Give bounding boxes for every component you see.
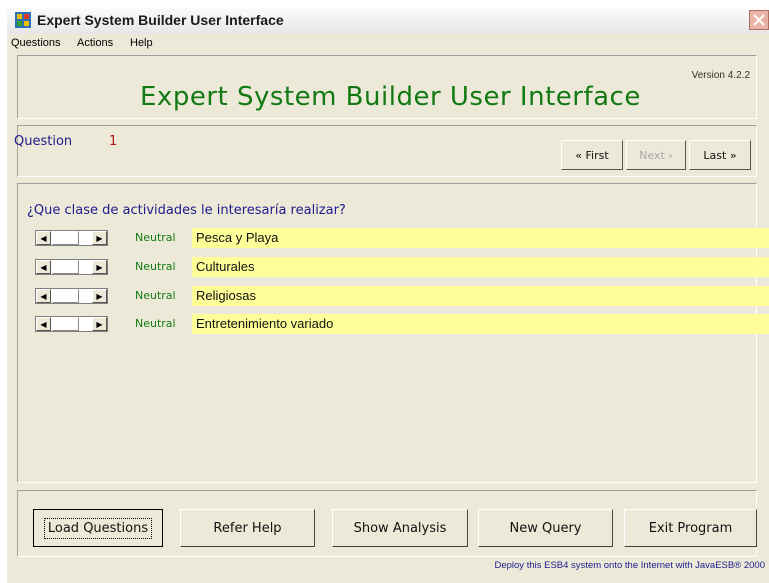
header-panel: Version 4.2.2 Expert System Builder User…: [17, 55, 757, 119]
page-title: Expert System Builder User Interface: [140, 82, 641, 112]
slider-thumb[interactable]: [52, 317, 79, 331]
next-button[interactable]: Next ›: [626, 140, 686, 170]
scroll-right-icon[interactable]: ▶: [92, 317, 107, 331]
load-questions-button[interactable]: Load Questions: [33, 509, 163, 547]
show-analysis-button[interactable]: Show Analysis: [332, 509, 468, 547]
option-slider[interactable]: ◀ ▶: [35, 316, 108, 332]
option-value: Neutral: [135, 317, 176, 330]
question-prompt: ¿Que clase de actividades le interesaría…: [27, 203, 346, 218]
title-bar[interactable]: Expert System Builder User Interface: [7, 6, 769, 35]
scroll-right-icon[interactable]: ▶: [92, 260, 107, 274]
version-label: Version 4.2.2: [691, 70, 750, 81]
scroll-right-icon[interactable]: ▶: [92, 231, 107, 245]
exit-program-button[interactable]: Exit Program: [624, 509, 757, 547]
option-slider[interactable]: ◀ ▶: [35, 259, 108, 275]
close-icon: [753, 14, 765, 26]
last-button[interactable]: Last »: [689, 140, 751, 170]
scroll-left-icon[interactable]: ◀: [36, 289, 51, 303]
option-slider[interactable]: ◀ ▶: [35, 288, 108, 304]
option-value: Neutral: [135, 231, 176, 244]
menu-bar: Questions Actions Help: [7, 34, 769, 53]
scroll-left-icon[interactable]: ◀: [36, 231, 51, 245]
question-number: 1: [109, 134, 118, 149]
option-label: Entretenimiento variado: [192, 314, 769, 334]
refer-help-button[interactable]: Refer Help: [180, 509, 315, 547]
footer-note: Deploy this ESB4 system onto the Interne…: [494, 560, 765, 571]
menu-help[interactable]: Help: [130, 37, 153, 49]
option-value: Neutral: [135, 289, 176, 302]
close-button[interactable]: [749, 10, 769, 30]
slider-thumb[interactable]: [52, 260, 79, 274]
slider-thumb[interactable]: [52, 289, 79, 303]
option-slider[interactable]: ◀ ▶: [35, 230, 108, 246]
option-value: Neutral: [135, 260, 176, 273]
scroll-left-icon[interactable]: ◀: [36, 260, 51, 274]
option-label: Religiosas: [192, 286, 769, 306]
menu-actions[interactable]: Actions: [77, 37, 113, 49]
scroll-left-icon[interactable]: ◀: [36, 317, 51, 331]
app-icon: [15, 12, 31, 28]
slider-thumb[interactable]: [52, 231, 79, 245]
option-label: Pesca y Playa: [192, 228, 769, 248]
window-title: Expert System Builder User Interface: [37, 12, 284, 28]
new-query-button[interactable]: New Query: [478, 509, 613, 547]
first-button[interactable]: « First: [561, 140, 623, 170]
question-label: Question: [14, 134, 73, 149]
menu-questions[interactable]: Questions: [11, 37, 61, 49]
option-label: Culturales: [192, 257, 769, 277]
load-questions-label: Load Questions: [43, 517, 153, 539]
scroll-right-icon[interactable]: ▶: [92, 289, 107, 303]
